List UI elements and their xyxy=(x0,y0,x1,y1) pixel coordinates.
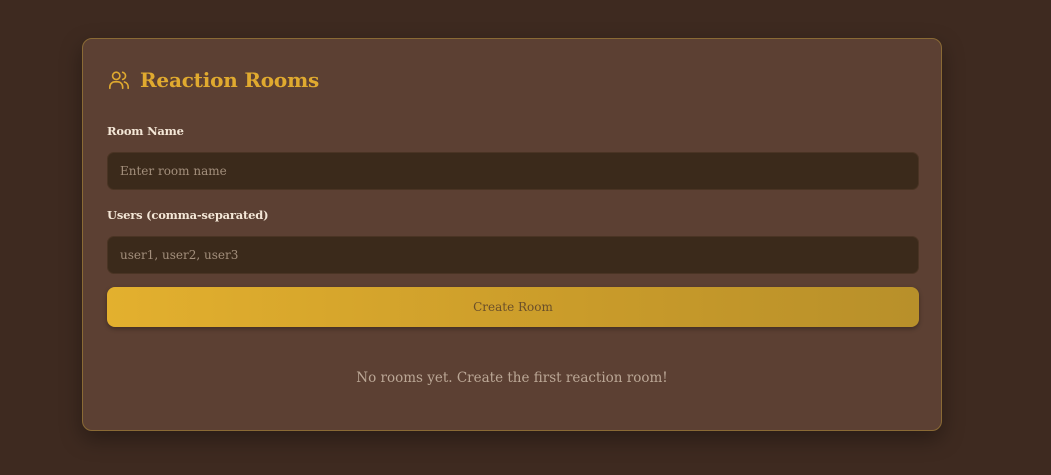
users-label: Users (comma-separated) xyxy=(107,208,269,222)
users-icon xyxy=(108,69,130,91)
room-name-input[interactable] xyxy=(107,152,919,190)
empty-rooms-message: No rooms yet. Create the first reaction … xyxy=(356,370,668,386)
room-name-label: Room Name xyxy=(107,124,184,138)
users-input[interactable] xyxy=(107,236,919,274)
reaction-rooms-panel: Reaction Rooms Room Name Users (comma-se… xyxy=(82,38,942,431)
page-title: Reaction Rooms xyxy=(140,68,320,92)
create-room-button[interactable]: Create Room xyxy=(107,287,919,327)
panel-header: Reaction Rooms xyxy=(108,66,319,94)
